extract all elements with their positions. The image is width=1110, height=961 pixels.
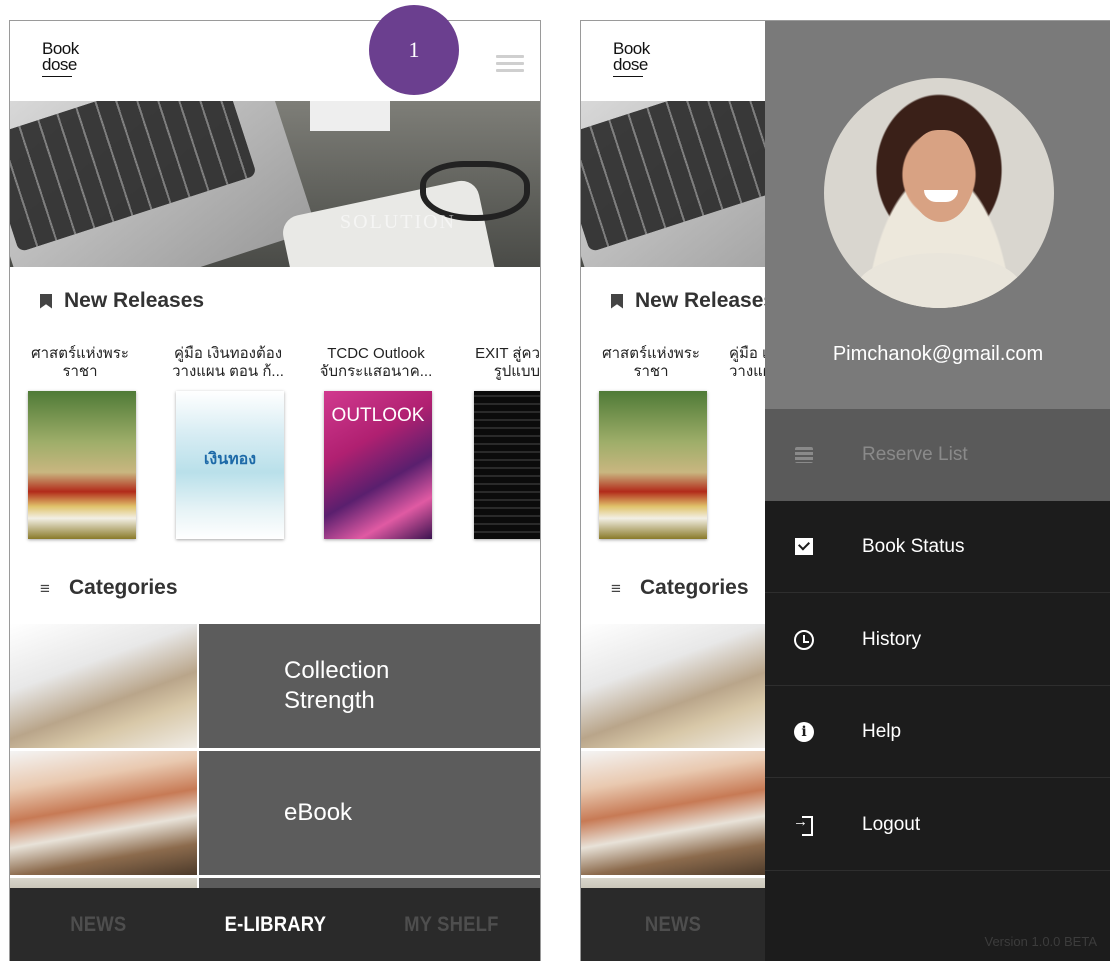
new-releases-heading: New Releases (611, 289, 775, 313)
book-title-line1: EXIT สู่คว (475, 345, 540, 362)
info-icon: i (794, 721, 814, 742)
laptop-image (10, 101, 317, 267)
library-screen-with-drawer: Book dose New Releases ศาสตร์แห่งพระ ราช… (580, 20, 1110, 961)
book-title-line1: คู่มือ เงินทองต้อง (173, 345, 283, 362)
book-item[interactable]: EXIT สู่คว รูปแบบ (454, 345, 540, 539)
avatar-face (908, 130, 974, 222)
user-avatar[interactable] (824, 78, 1054, 308)
app-version: Version 1.0.0 BETA (984, 934, 1098, 949)
category-collection-strength[interactable]: Collection Strength (10, 624, 540, 748)
category-label-line1: eBook (284, 799, 353, 826)
logout-icon-wrap (793, 813, 815, 836)
drawer-item-label: History (862, 628, 922, 650)
logo-line2: dose (42, 55, 77, 74)
nav-elibrary[interactable]: E-LIBRARY (197, 913, 352, 937)
nav-myshelf[interactable]: MY SHELF (374, 913, 529, 937)
book-title-line1: ศาสตร์แห่งพระ (602, 345, 700, 362)
book-title-line1: คู่มือ เงินทองต้อง (729, 345, 765, 362)
navigation-drawer: Pimchanok@gmail.com Reserve List Book St… (765, 21, 1110, 961)
drawer-item-book-status[interactable]: Book Status (765, 501, 1110, 593)
book-title-line1: ศาสตร์แห่งพระ (31, 345, 129, 362)
categories-heading: ≡ Categories (40, 576, 178, 600)
book-item[interactable]: คู่มือ เงินทองต้อง วางแผน ตอน ก้... (729, 345, 765, 381)
info-icon-wrap: i (793, 721, 815, 743)
logout-icon (793, 813, 813, 836)
book-cover[interactable]: เงินทอง (176, 391, 284, 539)
book-title-line2: รูปแบบ (493, 363, 540, 380)
layers-icon: ≡ (611, 578, 621, 598)
category-label-line1: Collection (284, 657, 390, 684)
nav-news[interactable]: NEWS (592, 913, 754, 937)
bookmark-icon (40, 293, 52, 309)
drawer-item-help[interactable]: i Help (765, 686, 1110, 778)
category-image (581, 624, 768, 748)
book-cover[interactable]: OUTLOOK (324, 391, 432, 539)
history-icon (794, 629, 814, 650)
app-header: Book dose (10, 21, 540, 101)
category-ebook[interactable]: eBook (10, 751, 540, 875)
avatar-shirt (854, 253, 1024, 308)
drawer-item-history[interactable]: History (765, 594, 1110, 686)
book-cover[interactable] (599, 391, 707, 539)
book-item[interactable]: ศาสตร์แห่งพระ ราชา (581, 345, 721, 539)
library-screen: Book dose SOLUTION New Releases ศาสตร์แห… (9, 20, 541, 961)
notepad-icon-wrap (793, 444, 815, 466)
notepad-icon (795, 447, 813, 463)
drawer-item-logout[interactable]: Logout (765, 779, 1110, 871)
logo-line2: dose (613, 55, 648, 74)
category-panel[interactable]: eBook (199, 751, 540, 875)
category-image (10, 624, 197, 748)
drawer-profile-header: Pimchanok@gmail.com (765, 21, 1110, 409)
bookdose-logo[interactable]: Book dose (613, 40, 650, 77)
book-item[interactable]: คู่มือ เงินทองต้อง วางแผน ตอน ก้... เงิน… (158, 345, 298, 539)
menu-icon[interactable] (496, 55, 524, 73)
book-title-line1: TCDC Outlook (327, 345, 425, 362)
book-title-line2: วางแผน ตอน ก้... (172, 363, 284, 380)
bookdose-logo[interactable]: Book dose (42, 40, 79, 77)
categories-label: Categories (640, 576, 749, 599)
drawer-item-label: Book Status (862, 535, 965, 557)
book-title-line2: จับกระแสอนาค... (319, 363, 433, 380)
category-image (10, 751, 197, 875)
drawer-item-label: Help (862, 720, 902, 742)
logo-underline (613, 76, 643, 77)
new-releases-heading: New Releases (40, 289, 204, 313)
user-email: Pimchanok@gmail.com (832, 343, 1044, 365)
categories-heading: ≡ Categories (611, 576, 749, 600)
step-number-badge: 1 (369, 5, 459, 95)
category-image (581, 751, 768, 875)
nav-news[interactable]: NEWS (21, 913, 176, 937)
book-title-line2: ราชา (633, 363, 669, 380)
drawer-item-label: Logout (862, 813, 921, 835)
check-icon-wrap (793, 536, 815, 558)
book-title-line2: วางแผน ตอน ก้... (729, 363, 765, 380)
book-item[interactable]: ศาสตร์แห่งพระ ราชา (10, 345, 150, 539)
categories-label: Categories (69, 576, 178, 599)
book-item[interactable]: TCDC Outlook จับกระแสอนาค... OUTLOOK (306, 345, 446, 539)
bookmark-icon (611, 293, 623, 309)
new-releases-label: New Releases (64, 289, 205, 312)
history-icon-wrap (793, 629, 815, 651)
drawer-item-reserve-list[interactable]: Reserve List (765, 409, 1110, 501)
drawer-item-label: Reserve List (862, 444, 968, 465)
cover-label: OUTLOOK (331, 405, 425, 426)
check-icon (795, 538, 813, 555)
logo-underline (42, 76, 72, 77)
book-cover[interactable] (474, 391, 540, 539)
book-cover[interactable] (28, 391, 136, 539)
cover-label: เงินทอง (203, 451, 257, 468)
category-panel[interactable]: Collection Strength (199, 624, 540, 748)
new-releases-label: New Releases (635, 289, 776, 312)
paper-image (310, 101, 390, 131)
banner-watermark: SOLUTION (340, 211, 456, 233)
bottom-nav: NEWS E-LIBRARY MY SHELF (10, 888, 540, 961)
category-label-line2: Strength (284, 687, 375, 714)
hero-banner: SOLUTION (10, 101, 540, 267)
book-title-line2: ราชา (62, 363, 98, 380)
layers-icon: ≡ (40, 578, 50, 598)
